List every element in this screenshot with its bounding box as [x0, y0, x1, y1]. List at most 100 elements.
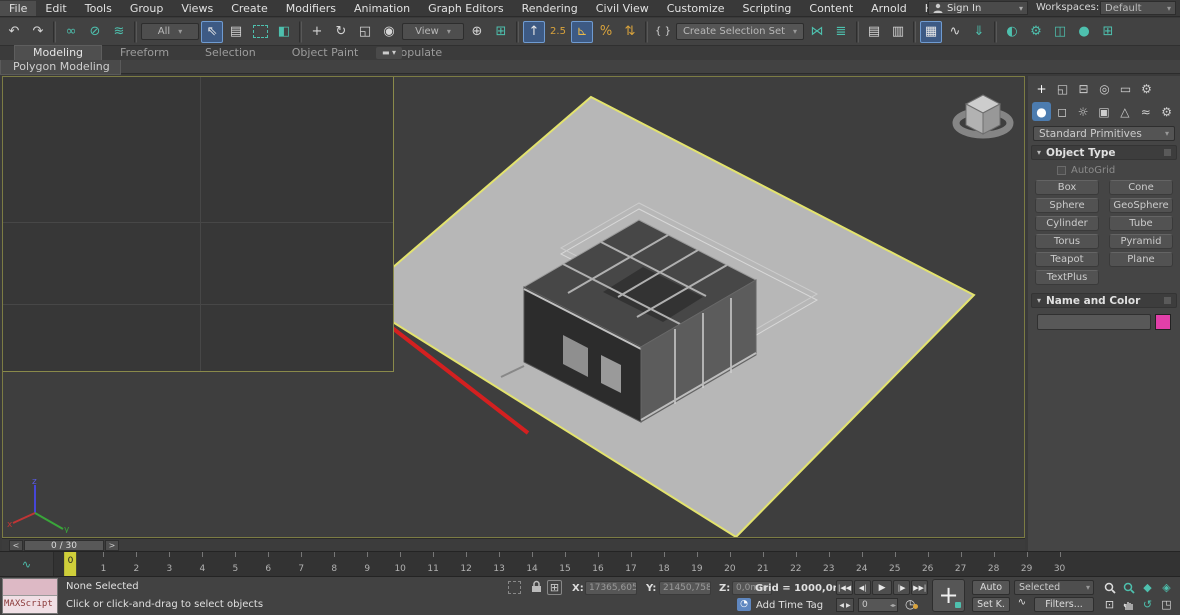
goto-end-button[interactable]: ▶▶| — [911, 580, 928, 595]
timeline-ruler[interactable]: 0123456789101112131415161718192021222324… — [54, 552, 1076, 576]
primitive-button[interactable]: Cylinder — [1035, 216, 1099, 231]
orbit-icon[interactable]: ↺ — [1138, 596, 1157, 613]
ribbon-tab[interactable]: Modeling — [14, 45, 102, 60]
cat-spacewarps-icon[interactable]: ≈ — [1136, 102, 1155, 121]
absolute-offset-toggle-icon[interactable]: ⊞ — [547, 580, 562, 595]
timeline-frame[interactable]: 12 — [450, 552, 483, 576]
ribbon-tab[interactable]: Selection — [187, 46, 274, 60]
auto-key-button[interactable]: Auto — [972, 580, 1010, 595]
pan-icon[interactable] — [1119, 596, 1138, 613]
selection-filter-dropdown[interactable]: All — [141, 23, 199, 40]
y-coord-field[interactable]: 21450,758m — [659, 581, 711, 595]
cat-geometry-icon[interactable]: ● — [1032, 102, 1051, 121]
primitive-button[interactable]: Tube — [1109, 216, 1173, 231]
timeline-frame[interactable]: 22 — [779, 552, 812, 576]
selection-set-dropdown[interactable]: Create Selection Set — [676, 23, 804, 40]
menu-item[interactable]: Tools — [76, 1, 121, 16]
timeline-frame[interactable]: 11 — [417, 552, 450, 576]
select-link-icon[interactable]: ∞ — [60, 21, 82, 43]
bind-spacewarp-icon[interactable]: ≋ — [108, 21, 130, 43]
cat-lights-icon[interactable]: ☼ — [1074, 102, 1093, 121]
prev-frame-button[interactable]: ◀| — [854, 580, 871, 595]
zoom-icon[interactable] — [1100, 579, 1119, 596]
timeline-frame[interactable]: 19 — [680, 552, 713, 576]
primitive-button[interactable]: Pyramid — [1109, 234, 1173, 249]
select-object-icon[interactable]: ⇖ — [201, 21, 223, 43]
timeline-frame[interactable]: 1 — [87, 552, 120, 576]
redo-icon[interactable]: ↷ — [27, 21, 49, 43]
filters-button[interactable]: Filters... — [1034, 597, 1094, 612]
ribbon-config-icon[interactable]: ▬ ▾ — [376, 47, 402, 59]
tab-utilities-icon[interactable]: ⚙ — [1137, 79, 1156, 98]
primitive-button[interactable]: Cone — [1109, 180, 1173, 195]
timeline-frame[interactable]: 17 — [614, 552, 647, 576]
timeline-frame[interactable]: 6 — [252, 552, 285, 576]
object-color-swatch[interactable] — [1155, 314, 1171, 330]
snaps-toggle-icon[interactable]: 2.5 — [547, 21, 569, 43]
menu-item[interactable]: Civil View — [587, 1, 658, 16]
menu-item[interactable]: Views — [172, 1, 222, 16]
perspective-viewport[interactable]: z x y — [2, 76, 1025, 538]
zoom-extents-icon[interactable]: ◆ — [1138, 579, 1157, 596]
polygon-modeling-panel[interactable]: Polygon Modeling — [0, 60, 121, 75]
next-frame-button[interactable]: |▶ — [893, 580, 910, 595]
undo-icon[interactable]: ↶ — [3, 21, 25, 43]
time-slider[interactable]: < 0 / 30 > — [2, 538, 1025, 551]
timeline-frame[interactable]: 23 — [812, 552, 845, 576]
spinner-snap-icon[interactable]: ⇅ — [619, 21, 641, 43]
selection-lock-icon[interactable] — [528, 580, 544, 594]
ribbon-tab[interactable]: Object Paint — [274, 46, 377, 60]
timeline-frame[interactable]: 13 — [483, 552, 516, 576]
menu-item[interactable]: File — [0, 1, 36, 16]
play-button[interactable]: ▶ — [872, 580, 892, 595]
menu-item[interactable]: Rendering — [513, 1, 587, 16]
name-color-header[interactable]: ▾ Name and Color — [1031, 293, 1177, 308]
angle-snap-icon[interactable]: ⊾ — [571, 21, 593, 43]
key-mode-toggle[interactable]: ◀ ▶ — [836, 598, 854, 612]
zoom-all-icon[interactable] — [1119, 579, 1138, 596]
menu-item[interactable]: Edit — [36, 1, 75, 16]
timeline-frame[interactable]: 25 — [878, 552, 911, 576]
timeline-frame[interactable]: 15 — [549, 552, 582, 576]
set-keys-button[interactable]: + — [932, 579, 965, 612]
tab-modify-icon[interactable]: ◱ — [1053, 79, 1072, 98]
timeline-frame[interactable]: 20 — [713, 552, 746, 576]
timeline-frame[interactable]: 14 — [516, 552, 549, 576]
timeline-frame[interactable]: 21 — [746, 552, 779, 576]
select-by-name-icon[interactable]: ▤ — [225, 21, 247, 43]
sign-in-dropdown[interactable]: Sign In ▾ — [928, 1, 1028, 15]
align-icon[interactable]: ≣ — [830, 21, 852, 43]
timeline-frame[interactable]: 30 — [1043, 552, 1076, 576]
isolate-selection-icon[interactable] — [508, 581, 521, 594]
select-place-icon[interactable]: ◉ — [378, 21, 400, 43]
rect-selection-region-icon[interactable] — [249, 21, 271, 43]
timeline-frame[interactable]: 0 — [54, 552, 87, 576]
maxscript-editor-icon[interactable]: { } — [652, 21, 674, 43]
menu-item[interactable]: Arnold — [862, 1, 916, 16]
cat-cameras-icon[interactable]: ▣ — [1095, 102, 1114, 121]
unlink-icon[interactable]: ⊘ — [84, 21, 106, 43]
menu-item[interactable]: Group — [121, 1, 173, 16]
cat-shapes-icon[interactable]: ◻ — [1053, 102, 1072, 121]
maxscript-mini-listener[interactable]: MAXScript Mi — [2, 578, 58, 614]
timeline-frame[interactable]: 26 — [911, 552, 944, 576]
time-slider-prev-button[interactable]: < — [9, 540, 23, 551]
menu-item[interactable]: Modifiers — [277, 1, 345, 16]
mirror-icon[interactable]: ⋈ — [806, 21, 828, 43]
current-frame-spinner[interactable]: 0 — [858, 598, 898, 612]
menu-item[interactable]: Create — [222, 1, 277, 16]
primitive-button[interactable]: Sphere — [1035, 198, 1099, 213]
ribbon-tab[interactable]: Freeform — [102, 46, 187, 60]
select-scale-icon[interactable]: ◱ — [354, 21, 376, 43]
primitives-dropdown[interactable]: Standard Primitives — [1033, 126, 1175, 141]
tab-display-icon[interactable]: ▭ — [1116, 79, 1135, 98]
maximize-viewport-icon[interactable]: ◳ — [1157, 596, 1176, 613]
pivot-center-icon[interactable]: ⊕ — [466, 21, 488, 43]
timeline-frame[interactable]: 3 — [153, 552, 186, 576]
goto-start-button[interactable]: |◀◀ — [836, 580, 853, 595]
ref-coord-dropdown[interactable]: View — [402, 23, 464, 40]
timeline-frame[interactable]: 24 — [845, 552, 878, 576]
timeline-frame[interactable]: 8 — [318, 552, 351, 576]
timeline-frame[interactable]: 4 — [186, 552, 219, 576]
tab-motion-icon[interactable]: ◎ — [1095, 79, 1114, 98]
